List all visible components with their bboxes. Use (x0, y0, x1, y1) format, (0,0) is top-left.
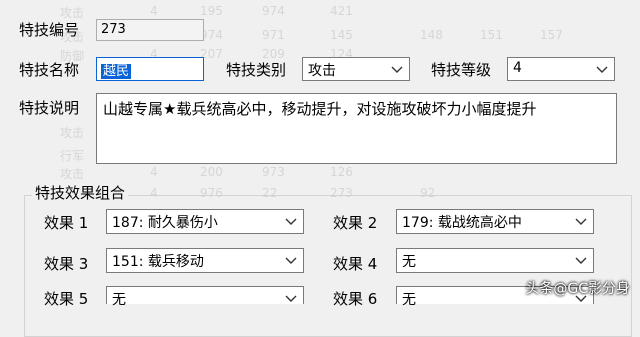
type-select[interactable]: 攻击 (302, 57, 410, 81)
effect-3-value: 151: 载兵移动 (112, 254, 204, 270)
type-select-value: 攻击 (308, 63, 336, 79)
chevron-down-icon (285, 218, 297, 225)
effect-4-label: 效果 4 (333, 255, 378, 273)
level-select-value: 4 (513, 60, 522, 76)
effect-2-select[interactable]: 179: 载战统高必中 (396, 209, 594, 234)
effect-3-label: 效果 3 (44, 255, 89, 273)
effect-6-label: 效果 6 (333, 290, 378, 308)
id-field[interactable]: 273 (96, 19, 204, 41)
chevron-down-icon (575, 218, 587, 225)
effect-3-select[interactable]: 151: 载兵移动 (106, 248, 304, 273)
name-label: 特技名称 (19, 61, 80, 79)
description-textarea[interactable]: 山越专属★载兵统高必中，移动提升，对设施攻破坏力小幅度提升 (96, 93, 617, 164)
chevron-down-icon (285, 257, 297, 264)
effect-5-label: 效果 5 (44, 290, 89, 308)
effect-5-value: 无 (112, 292, 126, 308)
chevron-down-icon (285, 295, 297, 302)
level-label: 特技等级 (431, 61, 492, 79)
effect-2-value: 179: 载战统高必中 (402, 215, 522, 231)
effect-4-select[interactable]: 无 (396, 248, 594, 273)
chevron-down-icon (596, 66, 608, 73)
desc-label: 特技说明 (19, 99, 80, 117)
effects-group-title: 特技效果组合 (32, 182, 129, 203)
name-value-selected: 越民 (101, 64, 132, 79)
effect-5-select[interactable]: 无 (106, 286, 304, 308)
effect-1-select[interactable]: 187: 耐久暴伤小 (106, 209, 304, 234)
chevron-down-icon (391, 66, 403, 73)
id-label: 特技编号 (19, 21, 80, 39)
chevron-down-icon (575, 257, 587, 264)
effect-2-label: 效果 2 (333, 214, 378, 232)
watermark: 头条@GC影分身 (525, 281, 630, 297)
effect-6-value: 无 (402, 292, 416, 308)
effect-4-value: 无 (402, 254, 416, 270)
effect-1-label: 效果 1 (44, 214, 89, 232)
level-select[interactable]: 4 (507, 57, 615, 81)
type-label: 特技类别 (226, 61, 287, 79)
name-field[interactable]: 越民 (96, 57, 204, 81)
effect-1-value: 187: 耐久暴伤小 (112, 215, 218, 231)
